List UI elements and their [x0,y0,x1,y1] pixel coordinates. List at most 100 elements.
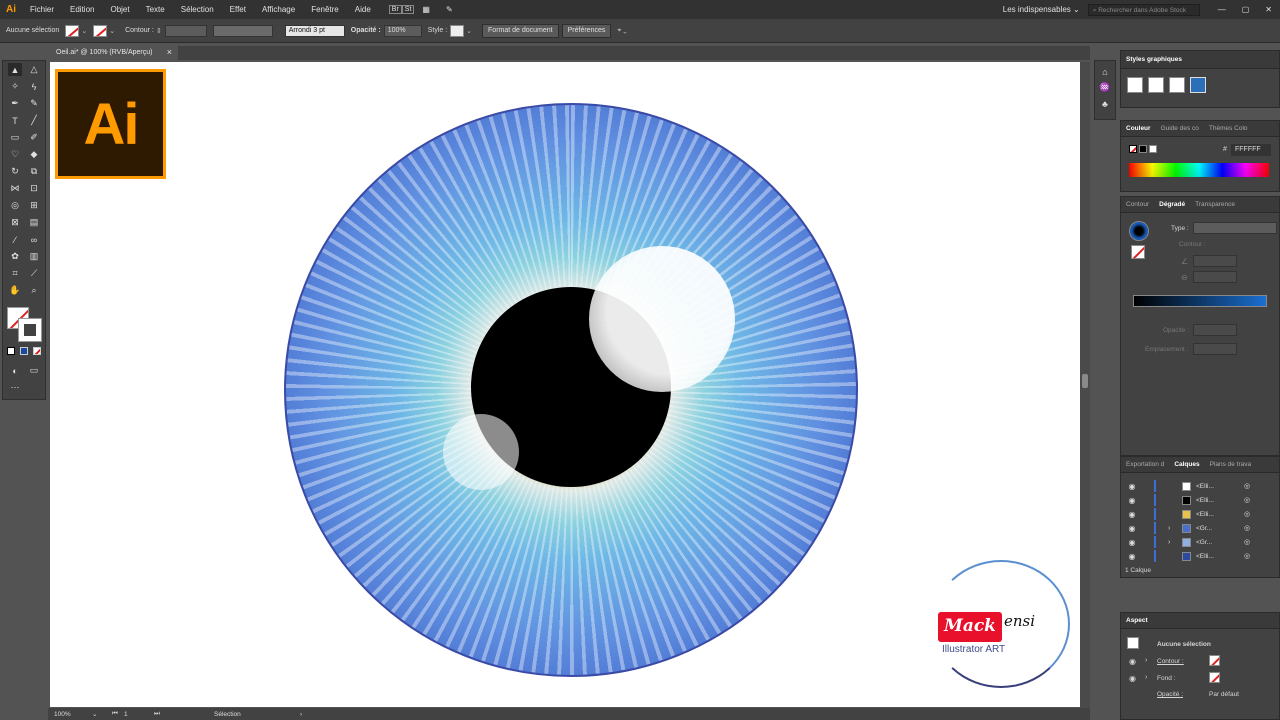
screen-mode-icon[interactable]: ▭ [27,364,41,377]
menu-edit[interactable]: Edition [62,5,102,14]
curvature-tool-icon[interactable]: ✎ [27,97,41,110]
document-tab[interactable]: Oeil.ai* @ 100% (RVB/Aperçu) × [50,46,178,60]
gradient-slider[interactable] [1133,295,1267,307]
gradient-type-select[interactable] [1193,222,1277,234]
document-format-button[interactable]: Format de document [482,23,559,38]
tab-transparency[interactable]: Transparence [1190,201,1240,208]
menu-view[interactable]: Affichage [254,5,303,14]
bridge-icon[interactable]: Br [388,5,402,14]
stroke-swatch[interactable] [93,24,108,37]
width-tool-icon[interactable]: ⋈ [8,182,22,195]
lasso-icon[interactable]: ϟ [27,80,41,93]
workspace-switcher[interactable]: Les indispensables ⌄ [995,5,1088,14]
tab-layers[interactable]: Calques [1169,461,1204,468]
menu-help[interactable]: Aide [347,5,379,14]
layer-row[interactable]: ◉ <Elli... ◎ [1121,493,1280,507]
gradient-angle-field[interactable] [1193,255,1237,267]
blend-tool-icon[interactable]: ∞ [27,233,41,246]
target-icon[interactable]: ◎ [1244,482,1250,490]
layer-name[interactable]: <Gr... [1196,539,1236,546]
stroke-weight-stepper[interactable]: ⇕ [156,27,162,35]
vertical-scrollbar[interactable] [1080,62,1090,708]
edit-toolbar-icon[interactable]: ⋯ [8,381,22,394]
tab-color-themes[interactable]: Thèmes Colo [1204,125,1253,132]
expand-icon[interactable]: › [1168,539,1178,546]
layer-row[interactable]: ◉ › <Gr... ◎ [1121,535,1280,549]
style-swatch[interactable] [450,24,465,37]
direct-selection-tool-icon[interactable]: △ [27,63,41,76]
gradient-preview[interactable] [1129,221,1149,241]
stroke-weight-field[interactable] [164,24,207,37]
style-thumb-1[interactable] [1127,77,1143,93]
style-thumb-2[interactable] [1148,77,1164,93]
appearance-fill-label[interactable]: Fond : [1157,675,1175,682]
fill-stroke-mini[interactable] [1129,145,1157,155]
appearance-opacity-label[interactable]: Opacité : [1157,691,1183,698]
close-tab-icon[interactable]: × [167,47,172,57]
rotate-tool-icon[interactable]: ↻ [8,165,22,178]
layer-row[interactable]: ◉ <Elli... ◎ [1121,549,1280,563]
menu-object[interactable]: Objet [102,5,137,14]
target-icon[interactable]: ◎ [1244,538,1250,546]
gradient-tool-icon[interactable]: ▤ [27,216,41,229]
align-icon[interactable]: ⌖ ⌄ [617,27,626,35]
chevron-down-icon[interactable]: ⌄ [109,27,115,35]
layer-name[interactable]: <Elli... [1196,483,1236,490]
zoom-level[interactable]: 100% [54,711,92,718]
tab-appearance[interactable]: Aspect [1121,617,1153,624]
eye-icon[interactable]: ◉ [1128,496,1136,505]
target-icon[interactable]: ◎ [1244,524,1250,532]
target-icon[interactable]: ◎ [1244,552,1250,560]
menu-window[interactable]: Fenêtre [303,5,347,14]
selection-tool-icon[interactable]: ▲ [8,63,22,76]
eye-icon[interactable]: ◉ [1129,657,1136,666]
brush-field[interactable]: Arrondi 3 pt [284,24,345,37]
chevron-down-icon[interactable]: ⌄ [466,27,472,35]
fill-swatch[interactable] [65,24,80,37]
eraser-icon[interactable]: ◆ [27,148,41,161]
appearance-stroke-label[interactable]: Contour : [1157,658,1184,665]
draw-mode-icon[interactable]: ◐ [8,364,22,377]
eye-icon[interactable]: ◉ [1128,482,1136,491]
eyedropper-icon[interactable]: ⁄ [8,233,22,246]
slice-tool-icon[interactable]: ⟋ [27,267,41,280]
chevron-down-icon[interactable]: ⌄ [92,710,112,718]
shape-builder-icon[interactable]: ◎ [8,199,22,212]
tab-stroke[interactable]: Contour [1121,201,1154,208]
gradient-ratio-field[interactable] [1193,271,1237,283]
highlight-small[interactable] [443,414,519,490]
tab-color[interactable]: Couleur [1121,125,1156,132]
gpu-icon[interactable]: ✎ [438,5,461,14]
eye-icon[interactable]: ◉ [1128,538,1136,547]
layer-name[interactable]: <Elli... [1196,497,1236,504]
gradient-location-field[interactable] [1193,343,1237,355]
artboard-prev-icon[interactable]: ⏮ [112,710,124,718]
zoom-tool-icon[interactable]: ⌕ [27,284,41,297]
minimize-button[interactable]: — [1210,5,1234,14]
default-colors-icon[interactable] [7,347,15,355]
layer-name[interactable]: <Elli... [1196,553,1236,560]
maximize-button[interactable]: ▢ [1234,5,1258,14]
color-spectrum[interactable] [1129,163,1269,177]
stroke-color-swatch[interactable] [18,318,42,342]
close-window-button[interactable]: ✕ [1257,5,1280,14]
scale-tool-icon[interactable]: ⧉ [27,165,41,178]
gradient-ratio-icon[interactable]: ⊖ [1181,273,1188,282]
highlight-large[interactable] [589,246,735,392]
assets-icon[interactable]: ⌂ [1098,65,1112,78]
eye-icon[interactable]: ◉ [1129,674,1136,683]
menu-effect[interactable]: Effet [222,5,254,14]
style-thumb-4[interactable] [1190,77,1206,93]
menu-selection[interactable]: Sélection [173,5,222,14]
graph-tool-icon[interactable]: ▥ [27,250,41,263]
none-mode-icon[interactable] [33,347,41,355]
style-thumb-3[interactable] [1169,77,1185,93]
target-icon[interactable]: ◎ [1244,510,1250,518]
tab-graphic-styles[interactable]: Styles graphiques [1121,56,1187,63]
chevron-down-icon[interactable]: ⌄ [81,27,87,35]
perspective-grid-icon[interactable]: ⊞ [27,199,41,212]
layer-row[interactable]: ◉ <Elli... ◎ [1121,479,1280,493]
line-tool-icon[interactable]: ╱ [27,114,41,127]
magic-wand-icon[interactable]: ✧ [8,80,22,93]
eye-icon[interactable]: ◉ [1128,524,1136,533]
